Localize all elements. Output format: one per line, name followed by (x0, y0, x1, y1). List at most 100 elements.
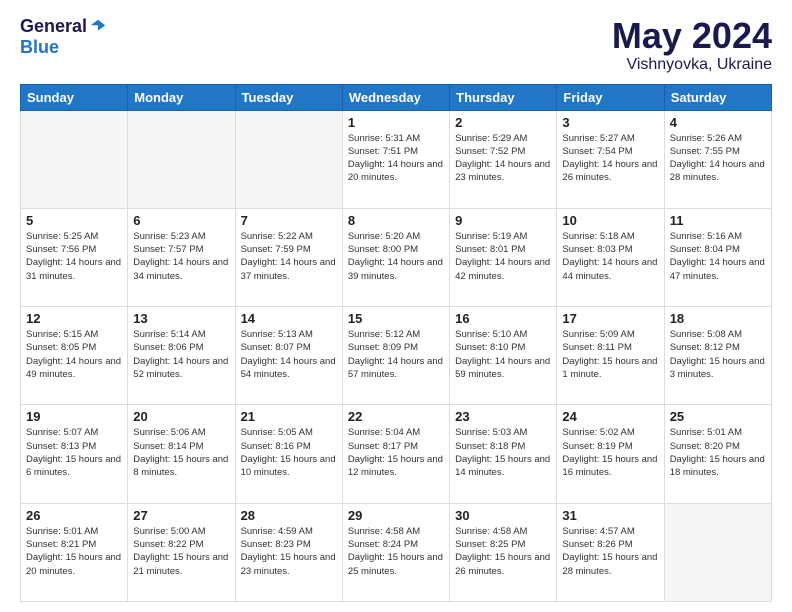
calendar-cell: 7Sunrise: 5:22 AM Sunset: 7:59 PM Daylig… (235, 208, 342, 306)
page: General Blue May 2024 Vishnyovka, Ukrain… (0, 0, 792, 612)
calendar-cell: 31Sunrise: 4:57 AM Sunset: 8:26 PM Dayli… (557, 503, 664, 601)
header-sunday: Sunday (21, 84, 128, 110)
day-number: 1 (348, 115, 444, 130)
day-info: Sunrise: 5:22 AM Sunset: 7:59 PM Dayligh… (241, 230, 337, 283)
calendar-cell: 3 Sunrise: 5:27 AM Sunset: 7:54 PM Daylig… (557, 110, 664, 208)
day-number: 4 (670, 115, 766, 130)
day-info: Sunrise: 5:08 AM Sunset: 8:12 PM Dayligh… (670, 328, 766, 381)
calendar-cell: 22 Sunrise: 5:04 AM Sunset: 8:17 PM Dayli… (342, 405, 449, 503)
day-number: 23 (455, 409, 551, 424)
calendar-header-row: Sunday Monday Tuesday Wednesday Thursday… (21, 84, 772, 110)
calendar-cell: 14Sunrise: 5:13 AM Sunset: 8:07 PM Dayli… (235, 307, 342, 405)
calendar-cell (128, 110, 235, 208)
calendar-cell: 15 Sunrise: 5:12 AM Sunset: 8:09 PM Dayli… (342, 307, 449, 405)
day-number: 17 (562, 311, 658, 326)
day-info: Sunrise: 5:04 AM Sunset: 8:17 PM Dayligh… (348, 426, 444, 479)
day-number: 22 (348, 409, 444, 424)
calendar-cell: 12Sunrise: 5:15 AM Sunset: 8:05 PM Dayli… (21, 307, 128, 405)
day-info: Sunrise: 5:01 AM Sunset: 8:21 PM Dayligh… (26, 525, 122, 578)
day-number: 10 (562, 213, 658, 228)
day-number: 27 (133, 508, 229, 523)
day-number: 26 (26, 508, 122, 523)
day-info: Sunrise: 5:05 AM Sunset: 8:16 PM Dayligh… (241, 426, 337, 479)
day-info: Sunrise: 4:59 AM Sunset: 8:23 PM Dayligh… (241, 525, 337, 578)
calendar-cell: 25 Sunrise: 5:01 AM Sunset: 8:20 PM Dayli… (664, 405, 771, 503)
day-number: 21 (241, 409, 337, 424)
day-info: Sunrise: 5:29 AM Sunset: 7:52 PM Dayligh… (455, 132, 551, 185)
day-info: Sunrise: 5:02 AM Sunset: 8:19 PM Dayligh… (562, 426, 658, 479)
day-number: 14 (241, 311, 337, 326)
month-title: May 2024 (612, 16, 772, 56)
calendar-cell: 27 Sunrise: 5:00 AM Sunset: 8:22 PM Dayli… (128, 503, 235, 601)
calendar-cell: 18 Sunrise: 5:08 AM Sunset: 8:12 PM Dayli… (664, 307, 771, 405)
header-saturday: Saturday (664, 84, 771, 110)
calendar-cell: 5 Sunrise: 5:25 AM Sunset: 7:56 PM Daylig… (21, 208, 128, 306)
day-number: 6 (133, 213, 229, 228)
day-info: Sunrise: 5:16 AM Sunset: 8:04 PM Dayligh… (670, 230, 766, 283)
day-number: 18 (670, 311, 766, 326)
day-number: 11 (670, 213, 766, 228)
day-info: Sunrise: 5:01 AM Sunset: 8:20 PM Dayligh… (670, 426, 766, 479)
calendar-cell: 8Sunrise: 5:20 AM Sunset: 8:00 PM Daylig… (342, 208, 449, 306)
day-number: 13 (133, 311, 229, 326)
day-number: 30 (455, 508, 551, 523)
header-tuesday: Tuesday (235, 84, 342, 110)
day-number: 12 (26, 311, 122, 326)
calendar-cell: 10 Sunrise: 5:18 AM Sunset: 8:03 PM Dayli… (557, 208, 664, 306)
logo: General Blue (20, 16, 107, 58)
day-number: 29 (348, 508, 444, 523)
day-number: 25 (670, 409, 766, 424)
header-monday: Monday (128, 84, 235, 110)
day-number: 2 (455, 115, 551, 130)
day-number: 3 (562, 115, 658, 130)
day-info: Sunrise: 5:25 AM Sunset: 7:56 PM Dayligh… (26, 230, 122, 283)
week-row-4: 26 Sunrise: 5:01 AM Sunset: 8:21 PM Dayli… (21, 503, 772, 601)
calendar-cell: 11 Sunrise: 5:16 AM Sunset: 8:04 PM Dayli… (664, 208, 771, 306)
calendar-cell (235, 110, 342, 208)
logo-blue-text: Blue (20, 37, 59, 58)
calendar-cell: 21 Sunrise: 5:05 AM Sunset: 8:16 PM Dayli… (235, 405, 342, 503)
calendar-cell: 4 Sunrise: 5:26 AM Sunset: 7:55 PM Daylig… (664, 110, 771, 208)
day-info: Sunrise: 5:03 AM Sunset: 8:18 PM Dayligh… (455, 426, 551, 479)
day-info: Sunrise: 5:12 AM Sunset: 8:09 PM Dayligh… (348, 328, 444, 381)
day-number: 16 (455, 311, 551, 326)
day-info: Sunrise: 5:31 AM Sunset: 7:51 PM Dayligh… (348, 132, 444, 185)
header: General Blue May 2024 Vishnyovka, Ukrain… (20, 16, 772, 74)
day-info: Sunrise: 5:26 AM Sunset: 7:55 PM Dayligh… (670, 132, 766, 185)
day-info: Sunrise: 5:23 AM Sunset: 7:57 PM Dayligh… (133, 230, 229, 283)
day-info: Sunrise: 5:27 AM Sunset: 7:54 PM Dayligh… (562, 132, 658, 185)
day-number: 20 (133, 409, 229, 424)
title-block: May 2024 Vishnyovka, Ukraine (612, 16, 772, 74)
calendar-cell: 1 Sunrise: 5:31 AM Sunset: 7:51 PM Daylig… (342, 110, 449, 208)
logo-text: General (20, 16, 107, 37)
week-row-0: 1 Sunrise: 5:31 AM Sunset: 7:51 PM Daylig… (21, 110, 772, 208)
calendar-body: 1 Sunrise: 5:31 AM Sunset: 7:51 PM Daylig… (21, 110, 772, 601)
day-number: 19 (26, 409, 122, 424)
day-number: 24 (562, 409, 658, 424)
day-info: Sunrise: 5:09 AM Sunset: 8:11 PM Dayligh… (562, 328, 658, 381)
header-friday: Friday (557, 84, 664, 110)
day-info: Sunrise: 5:00 AM Sunset: 8:22 PM Dayligh… (133, 525, 229, 578)
day-number: 15 (348, 311, 444, 326)
week-row-3: 19Sunrise: 5:07 AM Sunset: 8:13 PM Dayli… (21, 405, 772, 503)
header-thursday: Thursday (450, 84, 557, 110)
calendar-cell: 6 Sunrise: 5:23 AM Sunset: 7:57 PM Daylig… (128, 208, 235, 306)
calendar-cell: 29Sunrise: 4:58 AM Sunset: 8:24 PM Dayli… (342, 503, 449, 601)
calendar-cell: 20 Sunrise: 5:06 AM Sunset: 8:14 PM Dayli… (128, 405, 235, 503)
calendar-cell: 16Sunrise: 5:10 AM Sunset: 8:10 PM Dayli… (450, 307, 557, 405)
day-info: Sunrise: 5:18 AM Sunset: 8:03 PM Dayligh… (562, 230, 658, 283)
week-row-1: 5 Sunrise: 5:25 AM Sunset: 7:56 PM Daylig… (21, 208, 772, 306)
calendar-cell: 13Sunrise: 5:14 AM Sunset: 8:06 PM Dayli… (128, 307, 235, 405)
day-info: Sunrise: 5:20 AM Sunset: 8:00 PM Dayligh… (348, 230, 444, 283)
day-info: Sunrise: 5:06 AM Sunset: 8:14 PM Dayligh… (133, 426, 229, 479)
day-number: 9 (455, 213, 551, 228)
calendar-cell: 30Sunrise: 4:58 AM Sunset: 8:25 PM Dayli… (450, 503, 557, 601)
logo-flag-icon (89, 18, 107, 36)
calendar-table: Sunday Monday Tuesday Wednesday Thursday… (20, 84, 772, 602)
calendar-cell (21, 110, 128, 208)
calendar-cell: 26 Sunrise: 5:01 AM Sunset: 8:21 PM Dayli… (21, 503, 128, 601)
day-number: 31 (562, 508, 658, 523)
location-title: Vishnyovka, Ukraine (612, 56, 772, 74)
week-row-2: 12Sunrise: 5:15 AM Sunset: 8:05 PM Dayli… (21, 307, 772, 405)
day-number: 5 (26, 213, 122, 228)
